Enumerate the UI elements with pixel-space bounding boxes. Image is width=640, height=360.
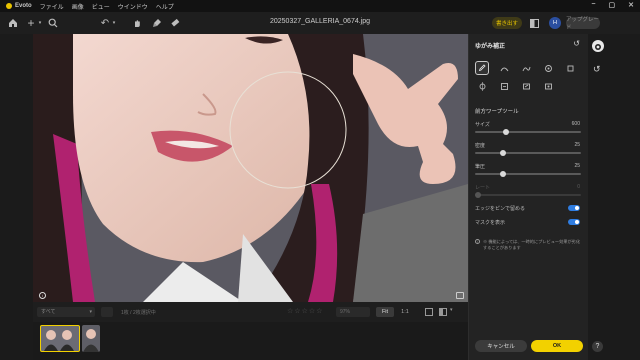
portrait-image: [33, 34, 468, 302]
export-button[interactable]: 書き出す: [492, 17, 522, 29]
chevron-down-icon[interactable]: ▾: [36, 16, 44, 30]
sort-icon[interactable]: [101, 307, 113, 317]
pressure-value: 25: [574, 163, 580, 169]
hand-icon[interactable]: [130, 16, 144, 30]
bottom-bar: すべて ▾ 1枚 / 2枚選択中 ☆☆☆☆☆ 97% Fit 1:1 ▾: [33, 302, 468, 322]
reset-icon[interactable]: ↺: [573, 39, 580, 48]
help-icon[interactable]: ?: [592, 341, 603, 352]
fit-button[interactable]: Fit: [376, 307, 394, 317]
compare-icon[interactable]: [528, 16, 540, 30]
upgrade-button[interactable]: アップグレード: [566, 17, 600, 31]
info-icon[interactable]: i: [39, 292, 46, 299]
pressure-slider[interactable]: [475, 171, 581, 177]
menu-window[interactable]: ウインドウ: [118, 2, 148, 11]
preview-note: ※ 機能によっては、一時的にプレビュー効果が劣化することがあります: [483, 239, 581, 250]
freeze-mask-tool-icon[interactable]: [519, 79, 533, 93]
star-5[interactable]: ☆: [316, 308, 323, 315]
size-value: 600: [571, 121, 580, 127]
density-label: 密度: [475, 143, 486, 149]
rating-stars[interactable]: ☆☆☆☆☆: [287, 307, 323, 315]
thaw-mask-tool-icon[interactable]: [541, 79, 555, 93]
star-3[interactable]: ☆: [302, 308, 309, 315]
eraser-icon[interactable]: [168, 16, 182, 30]
pressure-label: 筆圧: [475, 164, 486, 170]
one-to-one-button[interactable]: 1:1: [397, 307, 413, 317]
rate-value: 0: [577, 184, 580, 190]
rate-slider: [475, 192, 581, 198]
selection-count: 1枚 / 2枚選択中: [121, 310, 156, 316]
cancel-button[interactable]: キャンセル: [475, 340, 527, 352]
size-slider[interactable]: [475, 129, 581, 135]
fullscreen-icon[interactable]: [456, 292, 464, 299]
rate-slider-thumb: [475, 192, 481, 198]
menu-file[interactable]: ファイル: [40, 2, 64, 11]
density-value: 25: [574, 142, 580, 148]
photo-canvas[interactable]: i: [33, 34, 468, 302]
size-label: サイズ: [475, 122, 490, 128]
menu-bar: Evoto ファイル 画像 ビュー ウインドウ ヘルプ − ▢ ✕: [0, 0, 640, 12]
user-avatar[interactable]: H: [549, 17, 561, 29]
menu-view[interactable]: ビュー: [92, 2, 110, 11]
reconstruct-tool-icon[interactable]: [497, 61, 511, 75]
top-toolbar: + ▾ ↶ ▾ 20250327_GALLERIA_0674.jpg 書き出す …: [0, 12, 640, 34]
push-left-tool-icon[interactable]: [497, 79, 511, 93]
app-menu[interactable]: Evoto: [0, 3, 32, 9]
app-logo-icon: [6, 3, 12, 9]
density-slider[interactable]: [475, 150, 581, 156]
density-slider-thumb[interactable]: [500, 150, 506, 156]
rate-label: レート: [475, 185, 491, 191]
view-chevron-icon[interactable]: ▾: [450, 307, 453, 313]
undo-history-chevron-icon[interactable]: ▾: [110, 16, 118, 30]
thumbnail-2[interactable]: [82, 325, 100, 352]
maximize-icon[interactable]: ▢: [609, 1, 616, 9]
menu-help[interactable]: ヘルプ: [156, 2, 174, 11]
brush-icon[interactable]: [150, 16, 164, 30]
pin-edges-label: エッジをピンで留める: [475, 206, 526, 212]
liquify-panel: ゆがみ補正 ↺ 前方ワープツール サイズ 600 密度 25 筆圧 25 レート…: [468, 34, 588, 360]
show-mask-label: マスクを表示: [475, 220, 506, 226]
grid-view-icon[interactable]: [425, 308, 433, 316]
panel-title: ゆがみ補正: [475, 44, 506, 50]
filter-chevron-icon: ▾: [89, 309, 92, 315]
close-window-icon[interactable]: ✕: [628, 1, 634, 9]
menu-image[interactable]: 画像: [72, 2, 84, 11]
show-mask-toggle[interactable]: [568, 219, 580, 225]
search-icon[interactable]: [46, 16, 60, 30]
adjust-panel-icon[interactable]: [592, 40, 604, 52]
minimize-icon[interactable]: −: [591, 1, 595, 9]
smooth-tool-icon[interactable]: [519, 61, 533, 75]
twirl-tool-icon[interactable]: [541, 61, 555, 75]
note-info-icon: i: [475, 239, 480, 244]
file-title: 20250327_GALLERIA_0674.jpg: [269, 18, 371, 25]
window-controls: − ▢ ✕: [591, 1, 634, 9]
star-2[interactable]: ☆: [294, 308, 301, 315]
right-rail: ↺ ?: [588, 34, 640, 360]
left-rail: [0, 34, 33, 302]
thumbnail-1[interactable]: [40, 325, 80, 352]
size-slider-thumb[interactable]: [503, 129, 509, 135]
filter-select[interactable]: すべて ▾: [37, 307, 95, 317]
split-view-icon[interactable]: [439, 308, 447, 316]
forward-warp-tool-icon[interactable]: [475, 61, 489, 75]
pin-edges-toggle[interactable]: [568, 205, 580, 211]
home-icon[interactable]: [6, 16, 20, 30]
bloat-tool-icon[interactable]: [475, 79, 489, 93]
filter-value: すべて: [41, 309, 56, 315]
pressure-slider-thumb[interactable]: [500, 171, 506, 177]
zoom-value: 97%: [340, 309, 351, 315]
history-icon[interactable]: ↺: [593, 64, 601, 75]
zoom-select[interactable]: 97%: [336, 307, 370, 317]
section-title: 前方ワープツール: [475, 109, 519, 115]
ok-button[interactable]: OK: [531, 340, 583, 352]
pucker-tool-icon[interactable]: [563, 61, 577, 75]
filmstrip: [33, 322, 468, 360]
app-name: Evoto: [15, 3, 32, 9]
